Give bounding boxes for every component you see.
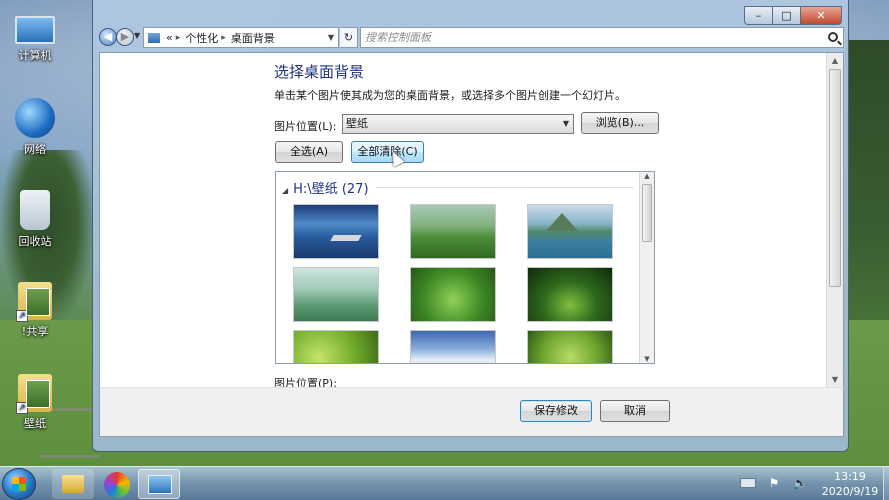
main-content: 选择桌面背景 单击某个图片使其成为您的桌面背景，或选择多个图片创建一个幻灯片。 …	[99, 52, 844, 390]
wallpaper-thumbnail[interactable]	[410, 330, 496, 363]
search-input[interactable]: 搜索控制面板	[360, 27, 844, 48]
scroll-up-icon[interactable]: ▲	[640, 172, 654, 180]
desktop-icon-label: 网络	[24, 143, 46, 156]
select-all-button[interactable]: 全选(A)	[275, 141, 343, 163]
scroll-down-icon[interactable]: ▼	[640, 355, 654, 363]
gallery-scrollbar[interactable]: ▲ ▼	[639, 172, 654, 363]
control-panel-window: – □ ✕ ◀ ▶ ▼ « ▸ 个性化 ▸ 桌面背景 ▼ ↻ 搜索控制面板 选择…	[92, 0, 849, 452]
close-button[interactable]: ✕	[800, 6, 842, 25]
window-footer: 保存修改 取消	[99, 387, 844, 437]
address-bar[interactable]: « ▸ 个性化 ▸ 桌面背景 ▼	[143, 27, 339, 48]
search-placeholder: 搜索控制面板	[365, 31, 431, 44]
system-tray: ⚑ 🔈	[740, 476, 808, 490]
desktop-icon-recycle-bin[interactable]: 回收站	[6, 190, 64, 249]
wallpaper-thumbnail[interactable]	[527, 330, 613, 363]
picture-location-value: 壁纸	[346, 117, 368, 130]
shortcut-arrow-icon: ↗	[16, 310, 28, 322]
page-description: 单击某个图片使其成为您的桌面背景，或选择多个图片创建一个幻灯片。	[274, 89, 626, 102]
shortcut-arrow-icon: ↗	[16, 402, 28, 414]
content-scroll-thumb[interactable]	[829, 69, 841, 287]
desktop-icon-network[interactable]: 网络	[6, 98, 64, 157]
network-icon	[15, 98, 55, 138]
clear-all-button[interactable]: 全部清除(C)	[351, 141, 424, 163]
taskbar: ⚑ 🔈 13:19 2020/9/19	[0, 466, 889, 500]
action-center-flag-icon[interactable]: ⚑	[766, 476, 782, 490]
gallery-group-title: H:\壁纸 (27)	[293, 182, 369, 197]
clock[interactable]: 13:19 2020/9/19	[818, 469, 882, 499]
gallery-group-header[interactable]: ◢ H:\壁纸 (27)	[282, 178, 369, 197]
caption-buttons: – □ ✕	[744, 6, 842, 26]
control-panel-icon	[147, 31, 161, 44]
desktop-icon-label: 计算机	[18, 49, 52, 62]
chevron-right-icon[interactable]: ▸	[221, 33, 226, 43]
address-dropdown-icon[interactable]: ▼	[328, 33, 334, 42]
taskbar-color-app[interactable]	[96, 469, 138, 499]
browse-button[interactable]: 浏览(B)...	[581, 112, 659, 134]
scroll-up-icon[interactable]: ▲	[827, 53, 843, 69]
chevron-right-icon[interactable]: ▸	[176, 33, 181, 43]
navigation-bar: ◀ ▶ ▼ « ▸ 个性化 ▸ 桌面背景 ▼ ↻ 搜索控制面板	[99, 27, 844, 49]
desktop-icon-label: 回收站	[18, 235, 52, 248]
wallpaper-thumbnail[interactable]	[293, 267, 379, 322]
forward-button[interactable]: ▶	[116, 28, 134, 46]
content-scrollbar[interactable]: ▲ ▼	[826, 53, 843, 388]
maximize-button[interactable]: □	[772, 6, 800, 25]
taskbar-windows-explorer[interactable]	[52, 469, 94, 499]
shared-folder-icon: ↗	[16, 282, 52, 322]
group-divider	[376, 187, 634, 188]
picture-location-select[interactable]: 壁纸 ▼	[342, 114, 574, 134]
wallpaper-thumbnail[interactable]	[410, 267, 496, 322]
breadcrumb-desktop-background[interactable]: 桌面背景	[231, 30, 275, 46]
clock-date: 2020/9/19	[821, 485, 879, 498]
breadcrumb-personalization[interactable]: 个性化	[185, 30, 218, 46]
scroll-down-icon[interactable]: ▼	[827, 372, 843, 388]
search-icon[interactable]	[828, 32, 838, 42]
minimize-button[interactable]: –	[744, 6, 772, 25]
save-changes-button[interactable]: 保存修改	[520, 400, 592, 422]
desktop-icon-wallpaper[interactable]: ↗ 壁纸	[6, 374, 64, 431]
address-overflow[interactable]: «	[166, 31, 173, 44]
cancel-button[interactable]: 取消	[600, 400, 670, 422]
page-title: 选择桌面背景	[274, 63, 365, 81]
control-panel-icon	[148, 475, 172, 494]
color-wheel-icon	[104, 472, 130, 498]
wallpaper-folder-icon: ↗	[16, 374, 52, 414]
wallpaper-thumbnail[interactable]	[527, 204, 613, 259]
taskbar-control-panel[interactable]	[138, 469, 180, 499]
wallpaper-thumbnail[interactable]	[293, 204, 379, 259]
clock-time: 13:19	[834, 470, 866, 483]
recent-pages-dropdown[interactable]: ▼	[134, 31, 140, 40]
desktop-icon-computer[interactable]: 计算机	[6, 10, 64, 63]
show-desktop-button[interactable]	[883, 467, 889, 500]
desktop-trees-right	[845, 40, 889, 360]
chevron-down-icon: ▼	[562, 119, 569, 128]
wallpaper-gallery: ◢ H:\壁纸 (27) ▲ ▼	[275, 171, 655, 364]
volume-icon[interactable]: 🔈	[792, 476, 808, 490]
keyboard-icon[interactable]	[740, 478, 756, 488]
refresh-button[interactable]: ↻	[340, 27, 358, 48]
desktop-icon-label: 壁纸	[24, 417, 46, 430]
start-button[interactable]	[2, 468, 36, 500]
wallpaper-thumbnail[interactable]	[293, 330, 379, 363]
gallery-scroll-thumb[interactable]	[642, 184, 652, 242]
picture-location-label: 图片位置(L):	[274, 120, 337, 133]
desktop-icon-shared[interactable]: ↗ !共享	[6, 282, 64, 339]
desktop-icon-label: !共享	[21, 325, 49, 338]
wallpaper-thumbnail[interactable]	[410, 204, 496, 259]
folder-icon	[62, 475, 84, 493]
recycle-bin-icon	[20, 190, 50, 230]
wallpaper-thumbnail[interactable]	[527, 267, 613, 322]
collapse-icon[interactable]: ◢	[282, 186, 288, 195]
computer-icon	[15, 16, 55, 44]
back-button[interactable]: ◀	[99, 28, 117, 46]
